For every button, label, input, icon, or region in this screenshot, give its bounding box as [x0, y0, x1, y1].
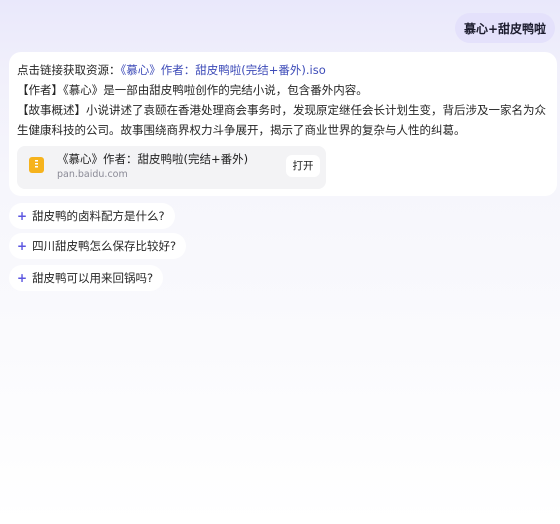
resource-link-line: 点击链接获取资源：《慕心》作者：甜皮鸭啦(完结+番外).iso [17, 60, 549, 80]
open-button[interactable]: 打开 [286, 155, 320, 177]
suggestion-chip[interactable]: + 甜皮鸭可以用来回锅吗? [9, 265, 164, 291]
user-message-bubble: 慕心+甜皮鸭啦 [454, 13, 555, 43]
resource-card-domain: pan.baidu.com [57, 169, 128, 180]
document-icon [29, 157, 44, 173]
suggestion-text: 甜皮鸭可以用来回锅吗? [32, 271, 154, 285]
suggestion-text: 甜皮鸭的卤料配方是什么? [32, 209, 165, 223]
summary-paragraph: 【故事概述】小说讲述了袁颐在香港处理商会事务时，发现原定继任会长计划生变，背后涉… [17, 103, 546, 137]
suggestion-chip[interactable]: + 四川甜皮鸭怎么保存比较好? [9, 233, 187, 259]
author-paragraph: 【作者】《慕心》是一部由甜皮鸭啦创作的完结小说，包含番外内容。 [17, 83, 368, 97]
resource-link[interactable]: 《慕心》作者：甜皮鸭啦(完结+番外).iso [121, 63, 326, 77]
resource-link-prefix: 点击链接获取资源： [17, 63, 121, 77]
plus-icon: + [17, 271, 28, 285]
user-message-text: 慕心+甜皮鸭啦 [463, 21, 546, 36]
resource-card-title: 《慕心》作者：甜皮鸭啦(完结+番外) [57, 152, 249, 166]
suggestion-chip[interactable]: + 甜皮鸭的卤料配方是什么? [9, 203, 175, 229]
suggestion-text: 四川甜皮鸭怎么保存比较好? [32, 239, 177, 253]
answer-card: 点击链接获取资源：《慕心》作者：甜皮鸭啦(完结+番外).iso 【作者】《慕心》… [9, 52, 557, 196]
resource-card[interactable]: 《慕心》作者：甜皮鸭啦(完结+番外) pan.baidu.com 打开 [17, 146, 326, 189]
plus-icon: + [17, 239, 28, 253]
plus-icon: + [17, 209, 28, 223]
